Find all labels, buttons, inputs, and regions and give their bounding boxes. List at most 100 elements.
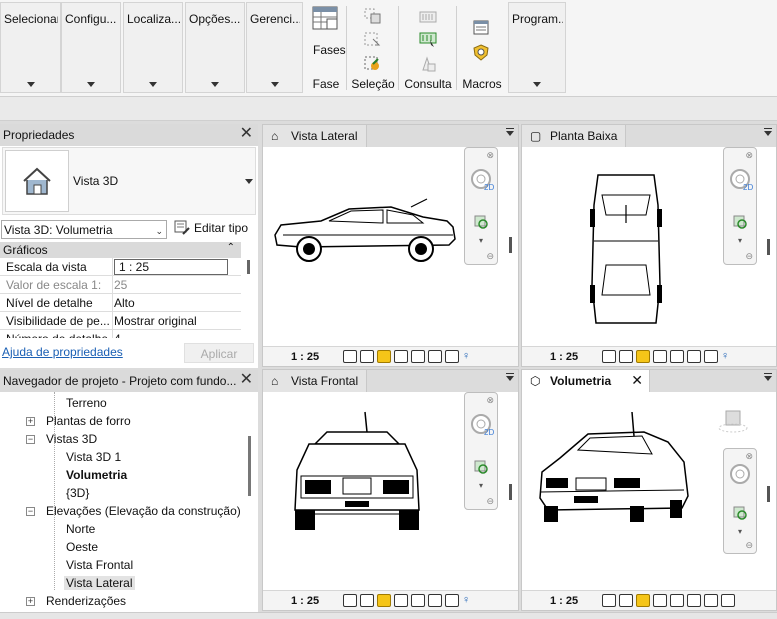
tab-volumetria[interactable]: ⬡ Volumetria ✕	[522, 370, 650, 392]
detail-level-icon[interactable]	[343, 594, 357, 607]
gerenciar-dropdown[interactable]: Gerenci...	[246, 2, 303, 93]
view-scrollbar[interactable]	[767, 486, 770, 502]
zoom-icon[interactable]	[473, 459, 491, 477]
steering-wheel-icon[interactable]: 2D	[470, 168, 496, 192]
apply-button[interactable]: Aplicar	[184, 343, 254, 363]
property-row[interactable]: Visibilidade de pe... Mostrar original	[0, 312, 241, 330]
reveal-hidden-icon[interactable]	[721, 594, 735, 607]
tree-item[interactable]: Terreno	[66, 396, 107, 410]
crop-view-icon[interactable]	[670, 350, 684, 363]
macro-security-icon[interactable]	[473, 44, 491, 62]
tab-vista-frontal[interactable]: ⌂ Vista Frontal	[263, 370, 368, 392]
tree-item[interactable]: Norte	[66, 522, 95, 536]
steering-wheel-icon[interactable]: 2D	[470, 413, 496, 437]
view-scale[interactable]: 1 : 25	[291, 595, 319, 607]
select-links-icon[interactable]	[364, 8, 382, 24]
opcoes-dropdown[interactable]: Opções...	[185, 2, 245, 93]
analysis-icon[interactable]: ♀	[462, 350, 470, 364]
ids-of-selection-icon[interactable]	[419, 32, 437, 48]
navigation-bar[interactable]: ⊗ 2D ▾ ⊖	[464, 392, 498, 510]
steering-wheel-icon[interactable]	[729, 463, 755, 487]
properties-scrollbar[interactable]	[247, 260, 250, 274]
graphics-section-header[interactable]: Gráficos ⌃	[0, 242, 241, 258]
crop-view-icon[interactable]	[670, 594, 684, 607]
show-crop-icon[interactable]	[428, 594, 442, 607]
expand-icon[interactable]: +	[26, 597, 35, 606]
detail-level-icon[interactable]	[343, 350, 357, 363]
tree-item[interactable]: Oeste	[66, 540, 98, 554]
navigation-bar[interactable]: ⊗ ▾ ⊖	[723, 448, 757, 554]
show-crop-icon[interactable]	[428, 350, 442, 363]
show-crop-icon[interactable]	[687, 350, 701, 363]
navigation-bar[interactable]: ⊗ 2D ▾ ⊖	[464, 147, 498, 265]
visual-style-icon[interactable]	[360, 350, 374, 363]
view-menu-icon[interactable]	[506, 376, 514, 381]
tree-item[interactable]: {3D}	[66, 486, 89, 500]
instance-selector[interactable]: Vista 3D: Volumetria ⌄	[1, 220, 167, 239]
temporary-hide-icon[interactable]	[445, 350, 459, 363]
close-icon[interactable]: ✕	[240, 126, 253, 142]
select-pinned-icon[interactable]	[364, 56, 382, 72]
shadows-icon[interactable]	[394, 594, 408, 607]
zoom-icon[interactable]	[473, 214, 491, 232]
selecionar-dropdown[interactable]: Selecionar	[0, 2, 61, 93]
property-row[interactable]: Nível de detalhe Alto	[0, 294, 241, 312]
tree-item[interactable]: Vistas 3D	[46, 432, 97, 446]
crop-view-icon[interactable]	[411, 350, 425, 363]
view-menu-icon[interactable]	[764, 376, 772, 381]
view-scale[interactable]: 1 : 25	[291, 351, 319, 363]
tree-item[interactable]: Vista Frontal	[66, 558, 133, 572]
temporary-hide-icon[interactable]	[704, 594, 718, 607]
viewcube-icon[interactable]	[718, 408, 748, 434]
analysis-icon[interactable]: ♀	[462, 594, 470, 608]
sun-path-icon[interactable]	[377, 594, 391, 607]
type-selector[interactable]: Vista 3D	[2, 147, 256, 215]
shadows-icon[interactable]	[653, 350, 667, 363]
property-row[interactable]: Número de detalhe4	[0, 330, 241, 338]
tree-item[interactable]: Volumetria	[66, 468, 127, 482]
select-by-id-icon[interactable]	[419, 11, 437, 23]
close-icon[interactable]: ✕	[631, 372, 643, 389]
localizacao-dropdown[interactable]: Localiza...	[123, 2, 183, 93]
show-crop-icon[interactable]	[687, 594, 701, 607]
tree-item[interactable]: Renderizações	[46, 594, 126, 608]
view-scale[interactable]: 1 : 25	[550, 351, 578, 363]
steering-wheel-icon[interactable]: 2D	[729, 168, 755, 192]
warnings-icon[interactable]	[419, 56, 437, 72]
shadows-icon[interactable]	[394, 350, 408, 363]
tree-item[interactable]: Plantas de forro	[46, 414, 131, 428]
detail-level-icon[interactable]	[602, 350, 616, 363]
browser-scrollbar[interactable]	[248, 436, 251, 496]
select-underlay-icon[interactable]	[364, 32, 382, 48]
view-scale[interactable]: 1 : 25	[550, 595, 578, 607]
navigation-bar[interactable]: ⊗ 2D ▾ ⊖	[723, 147, 757, 265]
tab-planta-baixa[interactable]: ▢ Planta Baixa	[522, 125, 627, 147]
sun-path-icon[interactable]	[636, 350, 650, 363]
temporary-hide-icon[interactable]	[445, 594, 459, 607]
zoom-icon[interactable]	[732, 505, 750, 523]
edit-type-button[interactable]: Editar tipo	[172, 219, 256, 239]
view-scrollbar[interactable]	[509, 237, 512, 253]
view-scrollbar[interactable]	[509, 484, 512, 500]
sun-path-icon[interactable]	[377, 350, 391, 363]
zoom-icon[interactable]	[732, 214, 750, 232]
visual-style-icon[interactable]	[360, 594, 374, 607]
tree-item[interactable]: Vista 3D 1	[66, 450, 121, 464]
close-icon[interactable]: ✕	[240, 372, 253, 388]
configuracoes-dropdown[interactable]: Configu...	[61, 2, 121, 93]
macro-manager-icon[interactable]	[473, 20, 491, 36]
properties-help-link[interactable]: Ajuda de propriedades	[2, 345, 123, 359]
shadows-icon[interactable]	[653, 594, 667, 607]
programacao-dropdown[interactable]: Program...	[508, 2, 566, 93]
analysis-icon[interactable]: ♀	[721, 350, 729, 364]
expand-icon[interactable]: +	[26, 417, 35, 426]
visual-style-icon[interactable]	[619, 350, 633, 363]
sun-path-icon[interactable]	[636, 594, 650, 607]
collapse-icon[interactable]: −	[26, 435, 35, 444]
view-menu-icon[interactable]	[506, 131, 514, 136]
detail-level-icon[interactable]	[602, 594, 616, 607]
tab-vista-lateral[interactable]: ⌂ Vista Lateral	[263, 125, 367, 147]
visual-style-icon[interactable]	[619, 594, 633, 607]
collapse-icon[interactable]: −	[26, 507, 35, 516]
view-scrollbar[interactable]	[767, 239, 770, 255]
